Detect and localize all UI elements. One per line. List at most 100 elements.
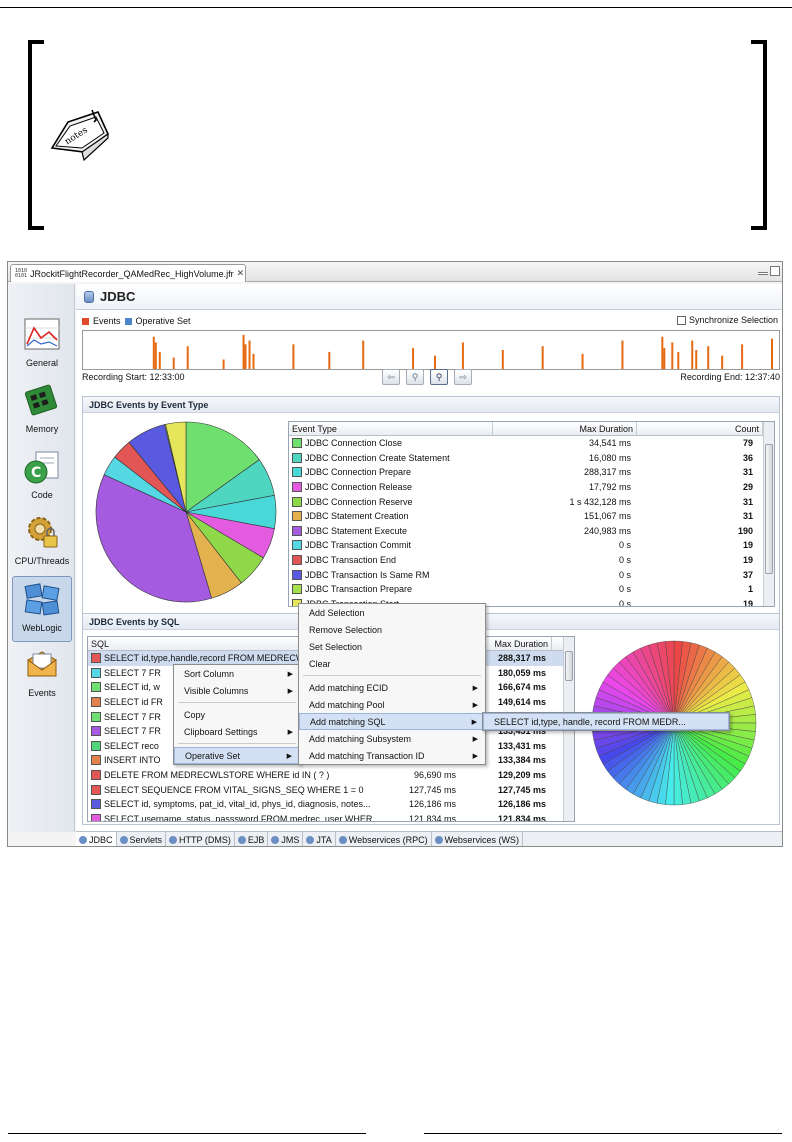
menu-item-add-matching-sql[interactable]: Add matching SQL ▶ (299, 713, 485, 730)
operative-set-submenu: Add Selection Remove Selection Set Selecti… (298, 603, 486, 765)
color-swatch (91, 770, 101, 781)
tab-icon (271, 836, 280, 844)
bottom-tab-label: Webservices (RPC) (348, 835, 428, 845)
table-row[interactable]: SELECT SEQUENCE FROM VITAL_SIGNS_SEQ WHE… (88, 782, 574, 797)
table-row[interactable]: JDBC Connection Prepare 288,317 ms 31 (289, 465, 774, 480)
sql-text: SELECT 7 FR (104, 711, 161, 722)
menu-item-clear[interactable]: Clear (299, 655, 485, 672)
menu-item-add-selection[interactable]: Add Selection (299, 604, 485, 621)
menu-item-set-selection[interactable]: Set Selection (299, 638, 485, 655)
bottom-tab-jdbc[interactable]: JDBC (76, 832, 117, 846)
table-row[interactable]: JDBC Statement Execute 240,983 ms 190 (289, 524, 774, 539)
zoom-out-button[interactable]: ⚲ (406, 369, 424, 385)
synchronize-selection[interactable]: Synchronize Selection (676, 315, 778, 325)
editor-tab[interactable]: 1010 0101 JRockitFlightRecorder_QAMedRec… (10, 264, 246, 282)
table-row[interactable]: SELECT id, symptoms, pat_id, vital_id, p… (88, 797, 574, 812)
bottom-tab-label: Webservices (WS) (444, 835, 519, 845)
note-bracket-left (28, 40, 44, 230)
bottom-tab-jta[interactable]: JTA (303, 832, 336, 846)
menu-item-clipboard-settings[interactable]: Clipboard Settings ▶ (174, 723, 300, 740)
timeline-bar (671, 342, 674, 369)
col-event-type[interactable]: Event Type (289, 422, 493, 435)
scroll-thumb[interactable] (765, 444, 773, 574)
table-row[interactable]: JDBC Transaction Commit 0 s 19 (289, 538, 774, 553)
bottom-tab-servlets[interactable]: Servlets (117, 832, 167, 846)
menu-item-add-matching-subsystem[interactable]: Add matching Subsystem ▶ (299, 730, 485, 747)
bottom-tab-ejb[interactable]: EJB (235, 832, 269, 846)
table-row[interactable]: JDBC Transaction Is Same RM 0 s 37 (289, 567, 774, 582)
table-row[interactable]: DELETE FROM MEDRECWLSTORE WHERE id IN ( … (88, 768, 574, 783)
count-cell: 1 (747, 584, 753, 595)
zoom-in-button[interactable]: ⚲ (430, 369, 448, 385)
submenu-arrow-icon: ▶ (286, 752, 292, 760)
matching-sql-item[interactable]: SELECT id,type, handle, record FROM MEDR… (483, 713, 729, 730)
bottom-tab-label: JTA (316, 835, 332, 845)
max-duration-cell: 16,080 ms (588, 452, 631, 463)
col-count[interactable]: Count (637, 422, 763, 435)
menu-item-sort-column[interactable]: Sort Column ▶ (174, 665, 300, 682)
timeline-bar (771, 338, 774, 369)
timeline-bar (501, 350, 504, 369)
table-row[interactable]: JDBC Connection Reserve 1 s 432,128 ms 31 (289, 494, 774, 509)
submenu-arrow-icon: ▶ (287, 670, 293, 678)
duration-cell: 96,690 ms (413, 770, 456, 781)
bottom-tab-webservices-rpc-[interactable]: Webservices (RPC) (336, 832, 432, 846)
color-swatch (292, 569, 302, 580)
menu-item-operative-set[interactable]: Operative Set ▶ (174, 747, 300, 764)
timeline-bar (154, 342, 157, 369)
back-button[interactable]: ⇦ (382, 369, 400, 385)
color-swatch (292, 496, 302, 507)
menu-item-label: Set Selection (309, 641, 363, 652)
tab-icon (338, 836, 347, 844)
event-type-cell: JDBC Connection Reserve (289, 496, 493, 507)
close-icon[interactable]: ✕ (237, 268, 245, 279)
sql-scroll-thumb[interactable] (565, 651, 573, 681)
menu-item-add-matching-ecid[interactable]: Add matching ECID ▶ (299, 679, 485, 696)
event-type-cell: JDBC Transaction End (289, 555, 493, 566)
nav-item-memory[interactable]: Memory (12, 378, 72, 444)
bottom-tab-webservices-ws-[interactable]: Webservices (WS) (432, 832, 523, 846)
event-table-scrollbar[interactable] (763, 422, 774, 606)
count-cell: 19 (742, 598, 753, 607)
sql-text: SELECT id,type,handle,record FROM MEDREC… (104, 653, 305, 664)
color-swatch (91, 667, 101, 678)
menu-item-add-matching-pool[interactable]: Add matching Pool ▶ (299, 696, 485, 713)
bottom-tab-http-dms-[interactable]: HTTP (DMS) (166, 832, 235, 846)
count-cell: 36 (742, 452, 753, 463)
menu-item-label: Visible Columns (184, 685, 249, 696)
timeline-bar (433, 355, 436, 369)
timeline-bar (172, 357, 175, 369)
events-icon (27, 651, 57, 677)
nav-item-weblogic[interactable]: WebLogic (12, 576, 72, 642)
col-max-duration[interactable]: Max Duration (493, 422, 637, 435)
menu-item-copy[interactable]: Copy (174, 706, 300, 723)
nav-item-events[interactable]: Events (12, 642, 72, 708)
table-row[interactable]: JDBC Transaction End 0 s 19 (289, 553, 774, 568)
timeline-bar (663, 348, 666, 369)
event-timeline[interactable] (82, 330, 780, 370)
table-row[interactable]: JDBC Transaction Prepare 0 s 1 (289, 582, 774, 597)
table-row[interactable]: JDBC Connection Close 34,541 ms 79 (289, 436, 774, 451)
event-type-pie-chart[interactable] (93, 419, 279, 605)
synchronize-checkbox[interactable] (676, 315, 686, 325)
table-row[interactable]: JDBC Statement Creation 151,067 ms 31 (289, 509, 774, 524)
table-row[interactable]: JDBC Connection Create Statement 16,080 m… (289, 451, 774, 466)
menu-item-visible-columns[interactable]: Visible Columns ▶ (174, 682, 300, 699)
menu-separator (303, 675, 481, 676)
menu-item-add-matching-transaction-id[interactable]: Add matching Transaction ID ▶ (299, 747, 485, 764)
sql-text: SELECT reco (104, 740, 159, 751)
menu-item-remove-selection[interactable]: Remove Selection (299, 621, 485, 638)
maximize-icon[interactable] (770, 266, 780, 276)
sql-text: SELECT id, symptoms, pat_id, vital_id, p… (104, 799, 371, 810)
nav-item-general[interactable]: General (12, 312, 72, 378)
nav-item-code[interactable]: C Code (12, 444, 72, 510)
nav-item-cpu-threads[interactable]: CPU/Threads (12, 510, 72, 576)
timeline-bar (362, 340, 365, 369)
minimize-icon[interactable] (758, 272, 768, 275)
menu-item-label: Add matching Subsystem (309, 733, 412, 744)
table-row[interactable]: JDBC Connection Release 17,792 ms 29 (289, 480, 774, 495)
bottom-tab-jms[interactable]: JMS (268, 832, 304, 846)
table-row[interactable]: SELECT username, status, passsword FROM … (88, 812, 574, 821)
max-duration-cell: 1 s 432,128 ms (569, 496, 631, 507)
forward-button[interactable]: ⇨ (454, 369, 472, 385)
